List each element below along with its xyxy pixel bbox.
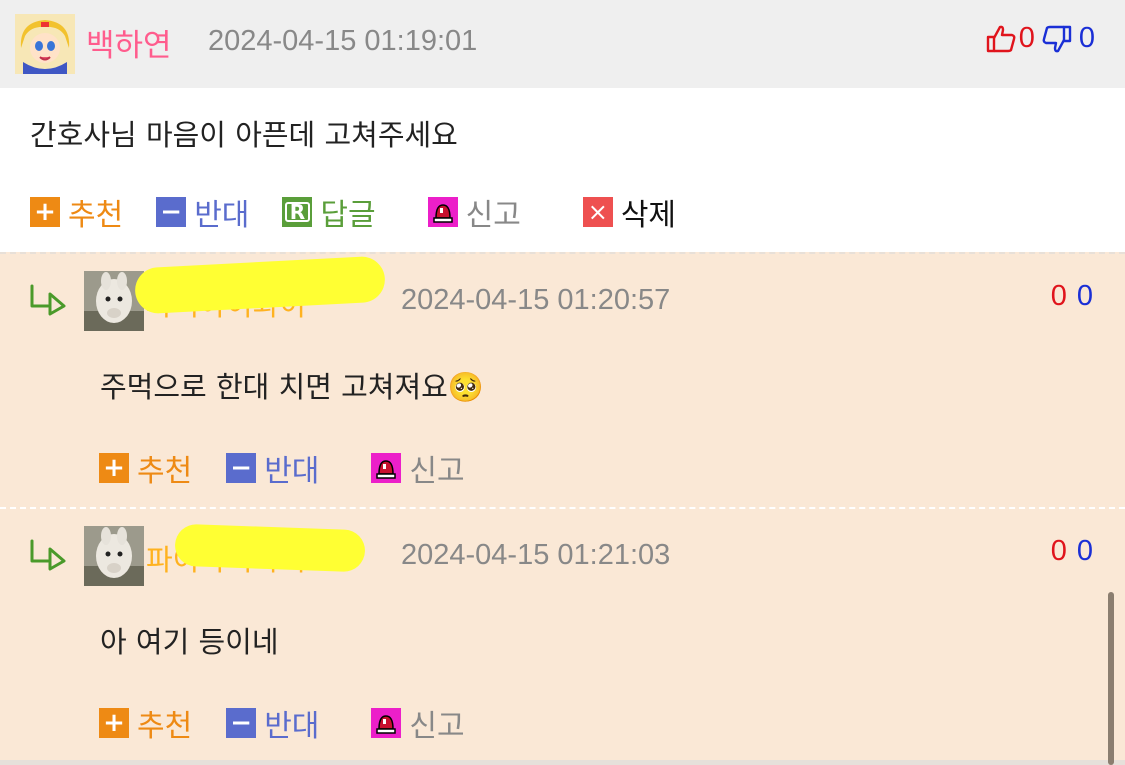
minus-icon: − <box>156 197 187 227</box>
report-button[interactable]: 신고 <box>371 701 465 745</box>
reply-comment: 파이아이와이 2024-04-15 01:20:57 00 주먹으로 한대 치면… <box>0 252 1125 507</box>
avatar[interactable] <box>15 14 75 74</box>
oppose-label: 반대 <box>264 454 320 489</box>
downvote-count: 0 <box>1076 535 1093 567</box>
downvote-count: 0 <box>1078 22 1095 54</box>
comment-text: 간호사님 마음이 아픈데 고쳐주세요 <box>30 118 458 152</box>
redaction-marker <box>174 523 366 573</box>
comment-text: 주먹으로 한대 치면 고쳐져요🥺 <box>100 370 484 404</box>
reply-arrow-icon <box>28 537 68 571</box>
siren-icon <box>371 708 402 738</box>
oppose-label: 반대 <box>194 198 250 233</box>
delete-label: 삭제 <box>620 198 677 233</box>
comment-actions: + 추천 − 반대 신고 <box>99 446 499 490</box>
recommend-button[interactable]: + 추천 <box>99 701 192 745</box>
delete-button[interactable]: × 삭제 <box>582 190 677 234</box>
avatar[interactable] <box>84 526 144 586</box>
upvote-count: 0 <box>1050 280 1067 312</box>
report-button[interactable]: 신고 <box>427 190 521 234</box>
comment-actions: + 추천 − 반대 신고 <box>99 701 499 745</box>
recommend-label: 추천 <box>137 709 193 744</box>
recommend-label: 추천 <box>137 454 193 489</box>
downvote-count: 0 <box>1076 280 1093 312</box>
siren-icon <box>427 197 458 227</box>
thumbs-down-icon <box>1041 23 1073 55</box>
oppose-button[interactable]: − 반대 <box>226 446 319 490</box>
recommend-button[interactable]: + 추천 <box>99 446 192 490</box>
plus-icon: + <box>30 197 60 227</box>
vote-counts: 00 <box>1051 535 1093 568</box>
nickname[interactable]: 백하연 <box>86 20 172 65</box>
divider <box>0 760 1125 765</box>
plus-icon: + <box>99 453 129 483</box>
report-label: 신고 <box>465 198 521 233</box>
comment-header: 백하연 2024-04-15 01:19:01 0 0 <box>0 0 1125 88</box>
thumbs-up-icon <box>985 23 1017 55</box>
plus-icon: + <box>99 708 129 738</box>
recommend-button[interactable]: + 추천 <box>30 190 123 234</box>
comment-date: 2024-04-15 01:21:03 <box>401 539 671 571</box>
redaction-marker <box>133 255 387 315</box>
scrollbar[interactable] <box>1108 592 1114 765</box>
comment-actions: + 추천 − 반대 R 답글 신고 × 삭제 <box>30 190 709 234</box>
oppose-button[interactable]: − 반대 <box>226 701 319 745</box>
minus-icon: − <box>226 453 257 483</box>
comment-text: 아 여기 등이네 <box>100 625 279 659</box>
reply-icon: R <box>282 197 313 227</box>
minus-icon: − <box>226 708 257 738</box>
reply-button[interactable]: R 답글 <box>282 190 376 234</box>
oppose-button[interactable]: − 반대 <box>156 190 249 234</box>
delete-icon: × <box>582 197 613 227</box>
avatar[interactable] <box>84 271 144 331</box>
oppose-label: 반대 <box>264 709 320 744</box>
upvote-count: 0 <box>1018 22 1035 54</box>
vote-counts: 00 <box>1051 280 1093 313</box>
report-label: 신고 <box>409 454 465 489</box>
siren-icon <box>371 453 402 483</box>
comment-date: 2024-04-15 01:19:01 <box>208 25 478 57</box>
recommend-label: 추천 <box>68 198 124 233</box>
reply-label: 답글 <box>320 198 376 233</box>
comment-date: 2024-04-15 01:20:57 <box>401 284 671 316</box>
report-label: 신고 <box>409 709 465 744</box>
vote-counts: 0 0 <box>985 22 1095 55</box>
upvote-count: 0 <box>1050 535 1067 567</box>
report-button[interactable]: 신고 <box>371 446 465 490</box>
reply-arrow-icon <box>28 282 68 316</box>
reply-comment: 파이아이와이 2024-04-15 01:21:03 00 아 여기 등이네 +… <box>0 507 1125 762</box>
